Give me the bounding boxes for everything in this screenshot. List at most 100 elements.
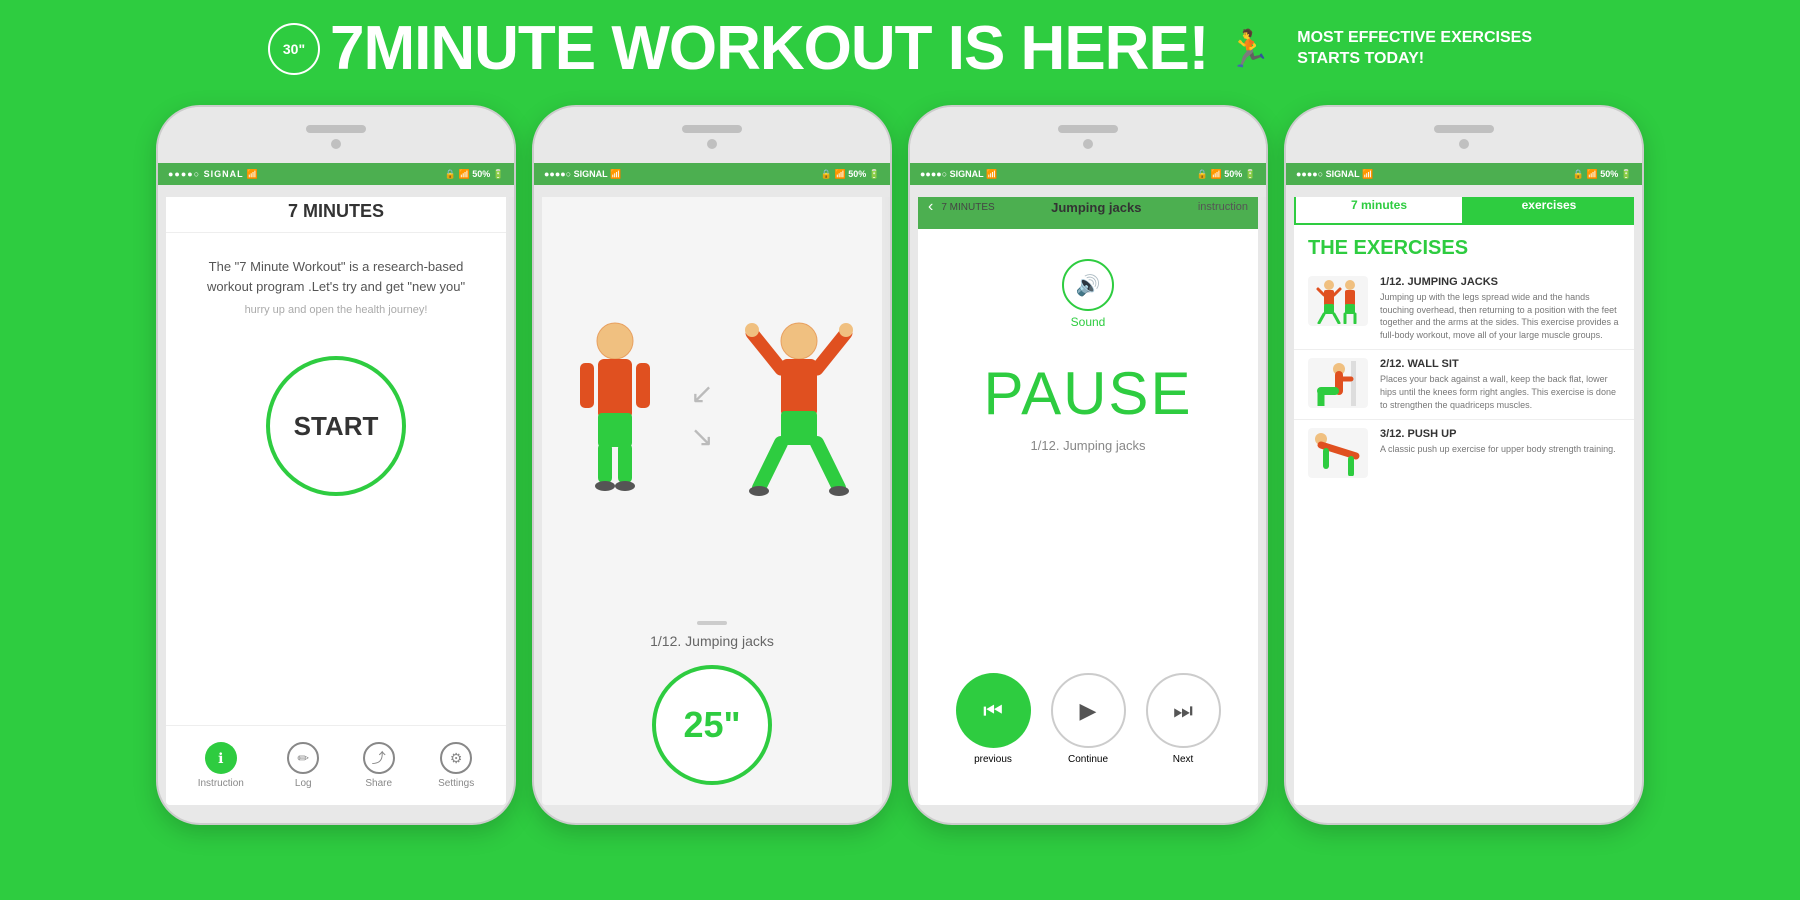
p1-bottom-nav: ℹ Instruction ✏ Log ⤴ Share ⚙ Settings [166, 725, 506, 805]
status-bar-3: ●●●●○ SIGNAL 📶 🔒 📶 50% 🔋 [910, 163, 1266, 185]
signal-3: ●●●●○ SIGNAL 📶 [920, 169, 997, 180]
exercise-item-1[interactable]: 1/12. JUMPING JACKS Jumping up with the … [1294, 268, 1634, 350]
share-label: Share [365, 778, 392, 789]
signal-4: ●●●●○ SIGNAL 📶 [1296, 169, 1373, 180]
p4-content: 7 minutes exercises THE EXERCISES [1294, 185, 1634, 805]
exercise-thumb-2 [1308, 358, 1368, 408]
previous-btn-container[interactable]: ⏮ previous [956, 673, 1031, 765]
exercise-content-1: 1/12. JUMPING JACKS Jumping up with the … [1380, 276, 1620, 341]
back-btn[interactable]: ‹ [928, 198, 933, 216]
exercise-label-2: 1/12. Jumping jacks [650, 633, 774, 649]
status-bar-2: ●●●●○ SIGNAL 📶 🔒 📶 50% 🔋 [534, 163, 890, 185]
status-right-3: 🔒 📶 50% 🔋 [1197, 169, 1256, 180]
previous-icon: ⏮ [983, 698, 1003, 724]
previous-label: previous [974, 754, 1012, 765]
phone-list: ●●●●○ SIGNAL 📶 🔒 📶 50% 🔋 7 minutes exerc… [1284, 105, 1644, 825]
sound-icon: 🔊 [1076, 273, 1101, 298]
exercise-item-2[interactable]: 2/12. WALL SIT Places your back against … [1294, 350, 1634, 420]
jumping-jacks-thumb [1311, 279, 1366, 324]
slide-indicator [697, 621, 727, 625]
jumping-jacks-figures: ↙ ↘ [570, 313, 853, 513]
phone4-screen: 7 minutes exercises THE EXERCISES [1294, 185, 1634, 805]
figure-icon: 🏃 [1226, 28, 1271, 70]
wifi-1: 📶 [247, 169, 258, 180]
wall-sit-thumb [1311, 361, 1366, 406]
instruction-icon: ℹ [205, 742, 237, 774]
p1-subtitle: hurry up and open the health journey! [166, 304, 506, 336]
figure-jump [744, 313, 854, 513]
badge-30s: 30" [268, 23, 320, 75]
next-btn-container[interactable]: ⏭ Next [1146, 673, 1221, 765]
figure-area: ↙ ↘ [542, 185, 882, 621]
phone3-screen: ‹ 7 MINUTES Jumping jacks instruction 🔊 … [918, 185, 1258, 805]
nav-share[interactable]: ⤴ Share [363, 742, 395, 789]
sound-circle: 🔊 [1062, 259, 1114, 311]
exercise-content-2: 2/12. WALL SIT Places your back against … [1380, 358, 1620, 411]
exercise-name-3: 3/12. PUSH UP [1380, 428, 1620, 440]
continue-button[interactable]: ▶ [1051, 673, 1126, 748]
timer-circle[interactable]: 25" [652, 665, 772, 785]
back-label: 7 MINUTES [941, 202, 994, 213]
instruction-tab[interactable]: instruction [1198, 201, 1248, 213]
figure-rest [570, 313, 660, 513]
start-button[interactable]: START [266, 356, 406, 496]
status-left-3: ●●●●○ SIGNAL 📶 [920, 169, 997, 180]
settings-icon: ⚙ [440, 742, 472, 774]
p3-content: ‹ 7 MINUTES Jumping jacks instruction 🔊 … [918, 185, 1258, 805]
exercise-name-2: 2/12. WALL SIT [1380, 358, 1620, 370]
speaker-1 [306, 125, 366, 133]
instruction-label: Instruction [198, 778, 244, 789]
p3-control-buttons: ⏮ previous ▶ Continue ⏭ Nex [956, 673, 1221, 765]
exercise-item-3[interactable]: 3/12. PUSH UP A classic push up exercise… [1294, 420, 1634, 486]
exercise-thumb-1 [1308, 276, 1368, 326]
p3-exercise-name: Jumping jacks [1003, 200, 1190, 215]
speaker-4 [1434, 125, 1494, 133]
exercise-thumb-3 [1308, 428, 1368, 478]
next-label: Next [1173, 754, 1194, 765]
continue-btn-container[interactable]: ▶ Continue [1051, 673, 1126, 765]
log-label: Log [295, 778, 312, 789]
camera-1 [331, 139, 341, 149]
status-bar-1: ●●●●○ SIGNAL 📶 🔒 📶 50% 🔋 [158, 163, 514, 185]
status-bar-4: ●●●●○ SIGNAL 📶 🔒 📶 50% 🔋 [1286, 163, 1642, 185]
status-right-4: 🔒 📶 50% 🔋 [1573, 169, 1632, 180]
header-subtitle: MOST EFFECTIVE EXERCISES STARTS TODAY! [1297, 28, 1532, 70]
start-label: START [294, 411, 379, 442]
sound-label: Sound [1071, 315, 1106, 329]
exercise-desc-2: Places your back against a wall, keep th… [1380, 373, 1620, 411]
exercises-section-title: THE EXERCISES [1294, 225, 1634, 268]
status-right-1: 🔒 📶 50% 🔋 [445, 169, 504, 180]
next-button[interactable]: ⏭ [1146, 673, 1221, 748]
timer-value: 25" [683, 704, 740, 746]
signal-1: ●●●●○ SIGNAL [168, 169, 244, 179]
sound-area[interactable]: 🔊 Sound [1062, 259, 1114, 329]
camera-3 [1083, 139, 1093, 149]
main-title: 7MINUTE WORKOUT IS HERE! [330, 18, 1208, 80]
nav-settings[interactable]: ⚙ Settings [438, 742, 474, 789]
nav-log[interactable]: ✏ Log [287, 742, 319, 789]
p1-description: The "7 Minute Workout" is a research-bas… [166, 233, 506, 304]
status-left-2: ●●●●○ SIGNAL 📶 [544, 169, 621, 180]
arrows: ↙ ↘ [690, 377, 713, 453]
exercise-desc-3: A classic push up exercise for upper bod… [1380, 443, 1620, 456]
exercise-content-3: 3/12. PUSH UP A classic push up exercise… [1380, 428, 1620, 456]
phone-home: ●●●●○ SIGNAL 📶 🔒 📶 50% 🔋 7 MINUTES The "… [156, 105, 516, 825]
nav-instruction[interactable]: ℹ Instruction [198, 742, 244, 789]
phone1-screen: 7 MINUTES The "7 Minute Workout" is a re… [166, 185, 506, 805]
page-header: 30" 7MINUTE WORKOUT IS HERE! 🏃 MOST EFFE… [0, 0, 1800, 90]
speaker-2 [682, 125, 742, 133]
status-left-4: ●●●●○ SIGNAL 📶 [1296, 169, 1373, 180]
phones-container: ●●●●○ SIGNAL 📶 🔒 📶 50% 🔋 7 MINUTES The "… [0, 95, 1800, 825]
camera-2 [707, 139, 717, 149]
exercise-name-1: 1/12. JUMPING JACKS [1380, 276, 1620, 288]
status-left-1: ●●●●○ SIGNAL 📶 [168, 169, 258, 180]
previous-button[interactable]: ⏮ [956, 673, 1031, 748]
speaker-3 [1058, 125, 1118, 133]
battery-2: 🔒 📶 50% 🔋 [821, 169, 880, 180]
continue-label: Continue [1068, 754, 1108, 765]
phone-pause: ●●●●○ SIGNAL 📶 🔒 📶 50% 🔋 ‹ 7 MINUTES Jum… [908, 105, 1268, 825]
battery-3: 🔒 📶 50% 🔋 [1197, 169, 1256, 180]
pause-text: PAUSE [984, 359, 1193, 428]
status-right-2: 🔒 📶 50% 🔋 [821, 169, 880, 180]
phone-exercise: ●●●●○ SIGNAL 📶 🔒 📶 50% 🔋 [532, 105, 892, 825]
